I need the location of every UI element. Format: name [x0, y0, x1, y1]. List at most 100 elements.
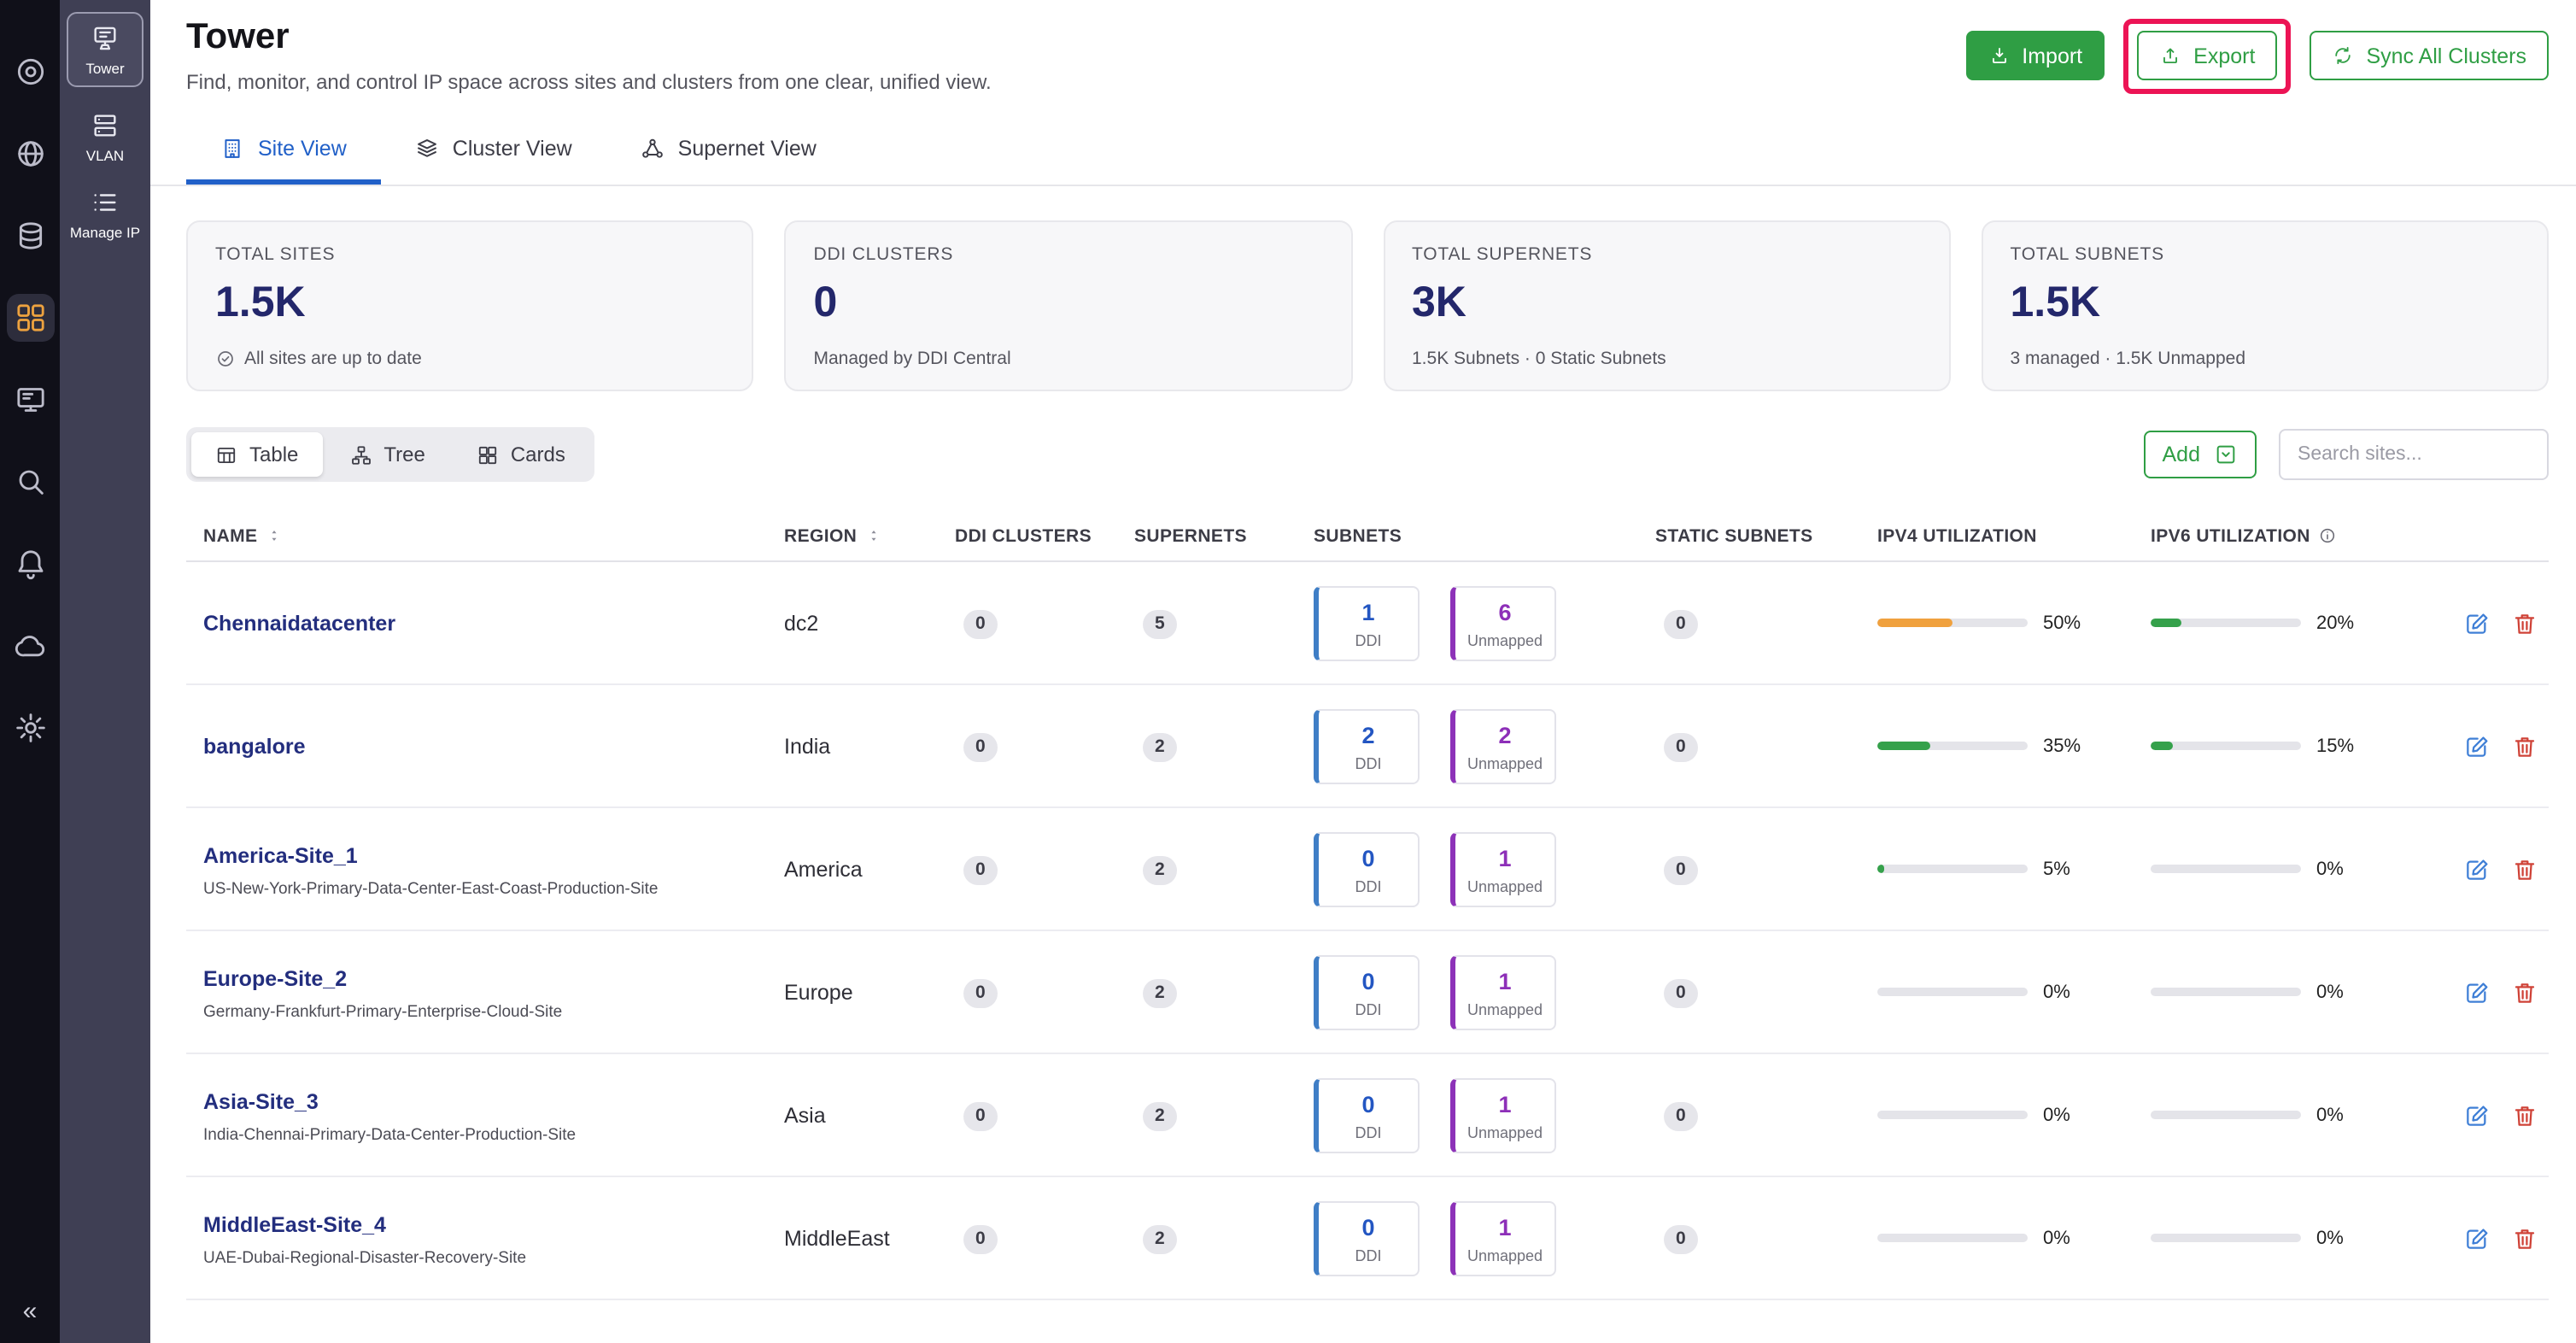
cards-icon	[478, 445, 496, 464]
sidebar-item-tower[interactable]: Tower	[67, 12, 143, 87]
stat-note: Managed by DDI Central	[813, 349, 1011, 369]
supernets-badge: 2	[1143, 732, 1177, 762]
site-name-link[interactable]: Europe-Site_2	[203, 966, 347, 990]
subnet-card-ddi: 0 DDI	[1314, 954, 1420, 1029]
column-header-region[interactable]: REGION	[784, 525, 955, 546]
table-row: Europe-Site_2 Germany-Frankfurt-Primary-E…	[186, 931, 2549, 1054]
table-row: America-Site_1 US-New-York-Primary-Data-C…	[186, 808, 2549, 931]
region-cell: Asia	[784, 1103, 826, 1127]
site-name-link[interactable]: America-Site_1	[203, 843, 358, 867]
sidebar-item-label: VLAN	[85, 147, 125, 164]
edit-icon[interactable]	[2463, 1224, 2491, 1252]
subnet-card-unmapped: 1 Unmapped	[1450, 1200, 1556, 1276]
supernets-badge: 2	[1143, 855, 1177, 885]
region-cell: India	[784, 734, 831, 758]
sync-all-clusters-button[interactable]: Sync All Clusters	[2310, 31, 2549, 80]
edit-icon[interactable]	[2463, 978, 2491, 1006]
static-subnets-badge: 0	[1664, 609, 1698, 639]
column-header-supernets: SUPERNETS	[1134, 525, 1247, 546]
stat-cards: TOTAL SITES 1.5K All sites are up to dat…	[150, 186, 2576, 391]
bell-icon[interactable]	[11, 545, 49, 583]
search-icon[interactable]	[11, 463, 49, 501]
static-subnets-badge: 0	[1664, 855, 1698, 885]
export-icon	[2163, 48, 2178, 64]
static-subnets-badge: 0	[1664, 1224, 1698, 1254]
delete-icon[interactable]	[2511, 732, 2538, 759]
edit-icon[interactable]	[2463, 732, 2491, 759]
info-icon[interactable]	[2319, 526, 2338, 545]
apps-icon[interactable]	[6, 294, 54, 342]
column-header-subnets: SUBNETS	[1314, 525, 1402, 546]
header-actions: Import Export Sync All Clusters	[1965, 17, 2549, 94]
supernets-badge: 2	[1143, 978, 1177, 1008]
ipv6-utilization: 15%	[2151, 736, 2433, 756]
app-window: « Tower VLAN Manage IP Tower Find, monit…	[0, 0, 2576, 1343]
subnet-card-ddi: 0 DDI	[1314, 1200, 1420, 1276]
column-header-ipv4-utilization: IPV4 UTILIZATION	[1877, 525, 2037, 546]
tab-cluster-view[interactable]: Cluster View	[381, 120, 606, 185]
ddi-clusters-badge: 0	[963, 1101, 998, 1131]
site-name-link[interactable]: bangalore	[203, 734, 306, 758]
view-tree-button[interactable]: Tree	[325, 432, 448, 477]
table-row: Asia-Site_3 India-Chennai-Primary-Data-Ce…	[186, 1054, 2549, 1177]
delete-icon[interactable]	[2511, 978, 2538, 1006]
stat-card-total-sites: TOTAL SITES 1.5K All sites are up to dat…	[186, 220, 754, 391]
ipv4-utilization: 0%	[1877, 1105, 2151, 1125]
column-header-static-subnets: STATIC SUBNETS	[1655, 525, 1813, 546]
toolbar-right: Add	[2143, 429, 2549, 480]
check-circle-icon	[218, 351, 233, 367]
tab-site-view[interactable]: Site View	[186, 120, 381, 185]
stat-label: TOTAL SUPERNETS	[1412, 244, 1593, 265]
region-cell: America	[784, 857, 863, 881]
main-content: Tower Find, monitor, and control IP spac…	[150, 0, 2576, 1343]
stat-card-total-supernets: TOTAL SUPERNETS 3K 1.5K Subnets · 0 Stat…	[1383, 220, 1951, 391]
ipv6-utilization: 0%	[2151, 1228, 2433, 1248]
database-icon[interactable]	[11, 217, 49, 255]
site-name-link[interactable]: Chennaidatacenter	[203, 611, 395, 635]
region-cell: Europe	[784, 980, 853, 1004]
delete-icon[interactable]	[2511, 855, 2538, 883]
site-name-link[interactable]: Asia-Site_3	[203, 1089, 319, 1113]
page-header: Tower Find, monitor, and control IP spac…	[150, 0, 2576, 94]
ipv4-utilization: 5%	[1877, 859, 2151, 879]
column-header-name[interactable]: NAME	[186, 525, 784, 546]
edit-icon[interactable]	[2463, 855, 2491, 883]
list-icon	[94, 194, 116, 211]
import-button[interactable]: Import	[1965, 31, 2105, 80]
delete-icon[interactable]	[2511, 1224, 2538, 1252]
stat-value: 1.5K	[215, 279, 306, 326]
monitor-icon[interactable]	[11, 381, 49, 419]
sidebar-item-vlan[interactable]: VLAN	[86, 111, 124, 164]
delete-icon[interactable]	[2511, 609, 2538, 636]
dashboard-icon[interactable]	[11, 53, 49, 91]
view-cards-button[interactable]: Cards	[453, 432, 589, 477]
ipv4-utilization: 50%	[1877, 613, 2151, 633]
delete-icon[interactable]	[2511, 1101, 2538, 1129]
search-input[interactable]	[2279, 429, 2549, 480]
stat-value: 0	[813, 279, 838, 326]
settings-icon[interactable]	[11, 709, 49, 747]
edit-icon[interactable]	[2463, 1101, 2491, 1129]
ipv6-utilization: 0%	[2151, 1105, 2433, 1125]
globe-icon[interactable]	[11, 135, 49, 173]
subnet-card-unmapped: 6 Unmapped	[1450, 585, 1556, 660]
export-button[interactable]: Export	[2137, 31, 2278, 80]
sidebar-item-manage-ip[interactable]: Manage IP	[70, 188, 140, 241]
stat-note: 1.5K Subnets · 0 Static Subnets	[1412, 349, 1666, 369]
ddi-clusters-badge: 0	[963, 609, 998, 639]
ipv4-utilization: 35%	[1877, 736, 2151, 756]
collapse-sidebar-icon[interactable]: «	[23, 1297, 38, 1326]
subnet-card-ddi: 2 DDI	[1314, 708, 1420, 783]
ipv4-utilization: 0%	[1877, 982, 2151, 1002]
subnet-card-ddi: 0 DDI	[1314, 1077, 1420, 1152]
subnet-card-unmapped: 1 Unmapped	[1450, 831, 1556, 906]
tab-supernet-view[interactable]: Supernet View	[606, 120, 851, 185]
cloud-icon[interactable]	[11, 627, 49, 665]
list-toolbar: Table Tree Cards Add	[150, 391, 2576, 482]
edit-icon[interactable]	[2463, 609, 2491, 636]
view-table-button[interactable]: Table	[191, 432, 323, 477]
ddi-clusters-badge: 0	[963, 732, 998, 762]
add-button[interactable]: Add	[2143, 431, 2257, 478]
site-name-link[interactable]: MiddleEast-Site_4	[203, 1212, 386, 1236]
site-subtitle: US-New-York-Primary-Data-Center-East-Coa…	[203, 879, 659, 898]
